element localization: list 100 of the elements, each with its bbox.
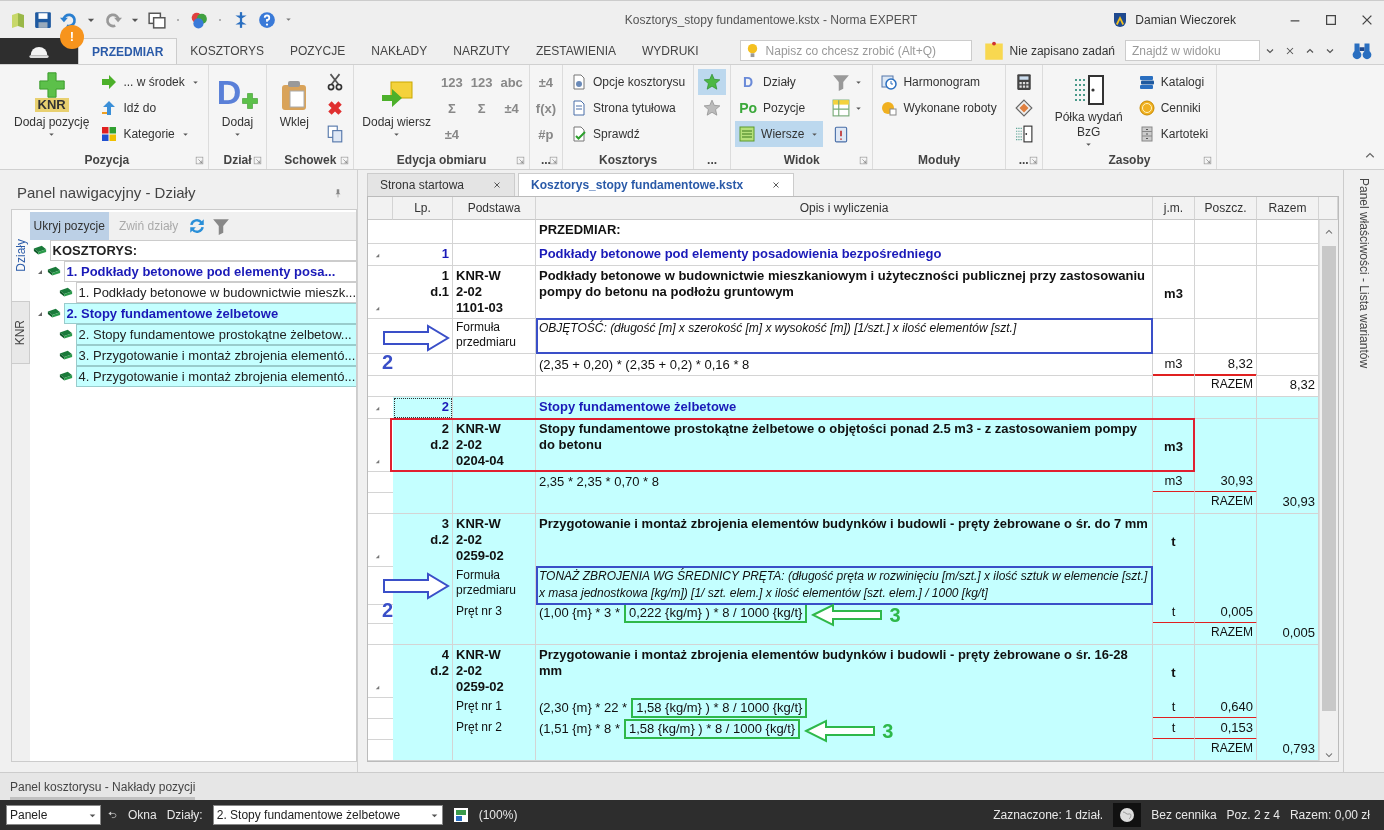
ribbon-button[interactable]: Harmonogram: [877, 69, 1001, 95]
ribbon-button[interactable]: Idź do: [97, 95, 204, 121]
ribbon-button[interactable]: Cenniki: [1134, 95, 1213, 121]
copy-icon[interactable]: [326, 125, 345, 143]
ribbon-tab[interactable]: NAKŁADY: [358, 38, 441, 64]
column-header[interactable]: Razem: [1257, 197, 1319, 220]
column-header[interactable]: Lp.: [393, 197, 453, 220]
maximize-icon[interactable]: [1324, 12, 1338, 27]
panels-dropdown[interactable]: Panele: [6, 805, 101, 825]
table-icon: [739, 126, 756, 142]
ribbon-button[interactable]: Wiersze: [735, 121, 824, 147]
pin-icon[interactable]: [333, 187, 343, 198]
ribbon-button[interactable]: Strona tytułowa: [567, 95, 690, 121]
redo-icon[interactable]: [104, 10, 122, 29]
diamond-icon[interactable]: [1014, 99, 1033, 117]
dialog-launcher-icon[interactable]: [515, 156, 525, 165]
ribbon-button[interactable]: Dodaj wiersz: [358, 69, 435, 151]
ribbon-button[interactable]: Półka wydań BzG: [1046, 69, 1131, 151]
group-title: ...: [707, 153, 718, 167]
expand-arrow-icon[interactable]: [374, 553, 381, 560]
expand-arrow-icon[interactable]: [374, 252, 381, 259]
tree-item[interactable]: 2. Stopy fundamentowe żelbetowe: [63, 303, 356, 324]
user-name[interactable]: Damian Wieczorek: [1135, 12, 1236, 27]
ribbon-button[interactable]: Katalogi: [1134, 69, 1213, 95]
color-circles-icon[interactable]: [190, 10, 208, 29]
export-icon[interactable]: [452, 807, 469, 823]
dialog-launcher-icon[interactable]: [340, 156, 350, 165]
binoculars-icon[interactable]: [1352, 41, 1372, 61]
clear-icon[interactable]: [1284, 45, 1296, 57]
toolbar-button[interactable]: Ukryj pozycje: [29, 212, 109, 240]
ribbon-button[interactable]: D Działy: [735, 69, 824, 95]
app-menu-button[interactable]: [0, 38, 78, 64]
ribbon-tab[interactable]: NARZUTY: [440, 38, 523, 64]
side-panel-tab[interactable]: Panel właściwości - Lista wariantów: [1357, 178, 1371, 369]
table-cell: 0,793: [1257, 739, 1319, 761]
ribbon-button[interactable]: Opcje kosztorysu: [567, 69, 690, 95]
scrollbar-thumb[interactable]: [1322, 246, 1336, 711]
ribbon-button[interactable]: Wklej: [271, 69, 318, 151]
dialog-launcher-icon[interactable]: [253, 156, 263, 165]
ribbon-tab[interactable]: ZESTAWIENIA: [522, 38, 629, 64]
delete-icon[interactable]: [326, 99, 345, 117]
table-icon[interactable]: [832, 99, 851, 117]
ribbon-tab[interactable]: WYDRUKI: [629, 38, 712, 64]
windows-menu[interactable]: Okna: [128, 808, 157, 822]
dialog-launcher-icon[interactable]: [549, 156, 559, 165]
expand-arrow-icon[interactable]: [374, 458, 381, 465]
dialog-launcher-icon[interactable]: [1203, 156, 1213, 165]
calculator-icon[interactable]: [1014, 73, 1033, 91]
expand-arrow-icon[interactable]: [374, 405, 381, 412]
split-arrows-icon[interactable]: [232, 10, 250, 29]
table-cell: KNR-W 2-02 0259-02: [453, 514, 536, 567]
find-field[interactable]: Znajdź w widoku: [1125, 40, 1260, 61]
dialog-launcher-icon[interactable]: [194, 156, 204, 165]
help-icon[interactable]: [258, 10, 276, 29]
refresh-icon[interactable]: [188, 217, 207, 235]
table-cell: t: [1153, 645, 1195, 698]
filter-icon[interactable]: [212, 217, 231, 235]
undo-icon[interactable]: [107, 809, 118, 821]
ribbon-button[interactable]: KNR Dodaj pozycję: [10, 69, 94, 151]
dialog-launcher-icon[interactable]: [1028, 156, 1038, 165]
book-icon: [10, 11, 26, 28]
ribbon-button[interactable]: Sprawdź: [567, 121, 690, 147]
windows-icon[interactable]: [148, 10, 166, 29]
door-icon[interactable]: [1014, 125, 1033, 143]
ribbon-button[interactable]: Kategorie: [97, 121, 204, 147]
filter-icon[interactable]: [832, 73, 851, 91]
ribbon-button[interactable]: Po Pozycje: [735, 95, 824, 121]
column-header[interactable]: Opis i wyliczenia: [536, 197, 1153, 220]
sections-dropdown[interactable]: 2. Stopy fundamentowe żelbetowe: [212, 805, 443, 825]
ribbon-tab[interactable]: POZYCJE: [276, 38, 359, 64]
ribbon-tab[interactable]: PRZEDMIAR: [78, 38, 178, 64]
expand-arrow-icon[interactable]: [374, 305, 381, 312]
column-header[interactable]: Podstawa: [453, 197, 536, 220]
tree-item[interactable]: 4. Przygotowanie i montaż zbrojenia elementó...: [75, 366, 356, 387]
ribbon-button[interactable]: D Dodaj: [212, 69, 263, 151]
search-field[interactable]: Napisz co chcesz zrobić (Alt+Q): [739, 40, 972, 61]
tree-item[interactable]: 1. Podkłady betonowe pod elementy posa...: [63, 261, 356, 282]
ribbon-tab[interactable]: KOSZTORYS: [177, 38, 277, 64]
tree-item[interactable]: 1. Podkłady betonowe w budownictwie mieszk...: [75, 282, 356, 303]
close-icon[interactable]: [771, 180, 782, 190]
zoom-level[interactable]: (100%): [478, 808, 518, 822]
tree-item[interactable]: 2. Stopy fundamentowe prostokątne żelbetow...: [75, 324, 356, 345]
tasks-label[interactable]: Nie zapisano zadań: [1009, 44, 1115, 58]
table-cell: KNR-W 2-02 1101-03: [453, 266, 536, 319]
toggle-button[interactable]: [698, 69, 727, 95]
tree-item[interactable]: KOSZTORYS:: [49, 240, 356, 261]
ribbon-button[interactable]: ... w środek: [97, 69, 204, 95]
globe-icon[interactable]: [1119, 807, 1136, 823]
scissors-icon[interactable]: [326, 73, 345, 91]
close-icon[interactable]: [492, 180, 503, 190]
column-header[interactable]: Poszcz.: [1195, 197, 1257, 220]
side-tab[interactable]: KNR: [12, 302, 30, 364]
dialog-launcher-icon[interactable]: [859, 156, 869, 165]
side-tab[interactable]: Działy: [12, 210, 30, 302]
ribbon-button[interactable]: Wykonane roboty: [877, 95, 1001, 121]
tree-item[interactable]: 3. Przygotowanie i montaż zbrojenia elementó...: [75, 345, 356, 366]
expand-arrow-icon[interactable]: [374, 684, 381, 691]
column-header[interactable]: j.m.: [1153, 197, 1195, 220]
save-icon[interactable]: [34, 10, 52, 29]
ribbon-button[interactable]: Kartoteki: [1134, 121, 1213, 147]
